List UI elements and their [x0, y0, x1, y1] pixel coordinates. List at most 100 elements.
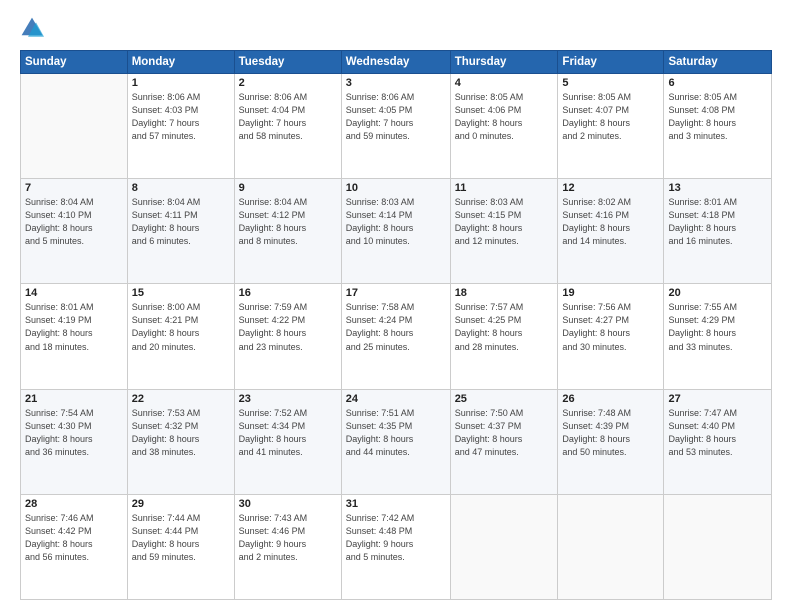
day-cell: 14Sunrise: 8:01 AMSunset: 4:19 PMDayligh…	[21, 284, 128, 389]
day-info: Sunrise: 7:43 AMSunset: 4:46 PMDaylight:…	[239, 512, 337, 564]
day-info: Sunrise: 7:50 AMSunset: 4:37 PMDaylight:…	[455, 407, 554, 459]
week-row-4: 28 Sunrise: 7:46 AMSunset: 4:42 PMDayligh…	[21, 494, 772, 599]
logo	[20, 16, 46, 40]
day-number: 24	[346, 393, 446, 405]
day-info: Sunrise: 8:05 AMSunset: 4:06 PMDaylight:…	[455, 91, 554, 143]
day-number: 19	[562, 287, 659, 299]
day-info: Sunrise: 8:03 AMSunset: 4:15 PMDaylight:…	[455, 196, 554, 248]
day-cell: 2 Sunrise: 8:06 AMSunset: 4:04 PMDaylight…	[234, 74, 341, 179]
day-cell: 9 Sunrise: 8:04 AMSunset: 4:12 PMDaylight…	[234, 179, 341, 284]
day-number: 6	[668, 77, 767, 89]
day-cell: 13 Sunrise: 8:01 AMSunset: 4:18 PMDayligh…	[664, 179, 772, 284]
day-cell: 27 Sunrise: 7:47 AMSunset: 4:40 PMDayligh…	[664, 389, 772, 494]
day-info: Sunrise: 8:04 AMSunset: 4:10 PMDaylight:…	[25, 196, 123, 248]
day-cell: 11 Sunrise: 8:03 AMSunset: 4:15 PMDayligh…	[450, 179, 558, 284]
day-info: Sunrise: 8:06 AMSunset: 4:04 PMDaylight:…	[239, 91, 337, 143]
day-cell	[664, 494, 772, 599]
day-info: Sunrise: 7:54 AMSunset: 4:30 PMDaylight:…	[25, 407, 123, 459]
day-number: 10	[346, 182, 446, 194]
header-cell-saturday: Saturday	[664, 51, 772, 74]
day-cell: 19 Sunrise: 7:56 AMSunset: 4:27 PMDayligh…	[558, 284, 664, 389]
day-cell	[558, 494, 664, 599]
logo-icon	[20, 16, 44, 40]
day-cell: 7 Sunrise: 8:04 AMSunset: 4:10 PMDaylight…	[21, 179, 128, 284]
day-cell: 25 Sunrise: 7:50 AMSunset: 4:37 PMDayligh…	[450, 389, 558, 494]
calendar-header: SundayMondayTuesdayWednesdayThursdayFrid…	[21, 51, 772, 74]
day-cell: 23 Sunrise: 7:52 AMSunset: 4:34 PMDayligh…	[234, 389, 341, 494]
day-info: Sunrise: 8:04 AMSunset: 4:12 PMDaylight:…	[239, 196, 337, 248]
day-number: 30	[239, 498, 337, 510]
day-info: Sunrise: 8:06 AMSunset: 4:05 PMDaylight:…	[346, 91, 446, 143]
day-info: Sunrise: 7:48 AMSunset: 4:39 PMDaylight:…	[562, 407, 659, 459]
day-number: 9	[239, 182, 337, 194]
day-cell: 21 Sunrise: 7:54 AMSunset: 4:30 PMDayligh…	[21, 389, 128, 494]
day-info: Sunrise: 8:05 AMSunset: 4:08 PMDaylight:…	[668, 91, 767, 143]
day-number: 8	[132, 182, 230, 194]
day-number: 18	[455, 287, 554, 299]
day-cell: 26Sunrise: 7:48 AMSunset: 4:39 PMDayligh…	[558, 389, 664, 494]
week-row-3: 21 Sunrise: 7:54 AMSunset: 4:30 PMDayligh…	[21, 389, 772, 494]
day-number: 5	[562, 77, 659, 89]
day-info: Sunrise: 8:01 AMSunset: 4:18 PMDaylight:…	[668, 196, 767, 248]
week-row-2: 14Sunrise: 8:01 AMSunset: 4:19 PMDayligh…	[21, 284, 772, 389]
day-info: Sunrise: 7:58 AMSunset: 4:24 PMDaylight:…	[346, 301, 446, 353]
day-number: 21	[25, 393, 123, 405]
day-number: 2	[239, 77, 337, 89]
day-info: Sunrise: 7:56 AMSunset: 4:27 PMDaylight:…	[562, 301, 659, 353]
header-cell-sunday: Sunday	[21, 51, 128, 74]
day-cell: 18Sunrise: 7:57 AMSunset: 4:25 PMDayligh…	[450, 284, 558, 389]
day-info: Sunrise: 7:46 AMSunset: 4:42 PMDaylight:…	[25, 512, 123, 564]
day-cell: 6 Sunrise: 8:05 AMSunset: 4:08 PMDaylight…	[664, 74, 772, 179]
day-number: 11	[455, 182, 554, 194]
calendar-table: SundayMondayTuesdayWednesdayThursdayFrid…	[20, 50, 772, 600]
day-cell: 1 Sunrise: 8:06 AMSunset: 4:03 PMDaylight…	[127, 74, 234, 179]
header-cell-thursday: Thursday	[450, 51, 558, 74]
day-number: 1	[132, 77, 230, 89]
day-number: 27	[668, 393, 767, 405]
day-info: Sunrise: 7:53 AMSunset: 4:32 PMDaylight:…	[132, 407, 230, 459]
day-number: 15	[132, 287, 230, 299]
day-info: Sunrise: 8:04 AMSunset: 4:11 PMDaylight:…	[132, 196, 230, 248]
header	[20, 16, 772, 40]
day-info: Sunrise: 7:44 AMSunset: 4:44 PMDaylight:…	[132, 512, 230, 564]
day-number: 29	[132, 498, 230, 510]
day-cell: 15Sunrise: 8:00 AMSunset: 4:21 PMDayligh…	[127, 284, 234, 389]
day-info: Sunrise: 7:52 AMSunset: 4:34 PMDaylight:…	[239, 407, 337, 459]
day-cell	[450, 494, 558, 599]
day-cell: 29 Sunrise: 7:44 AMSunset: 4:44 PMDayligh…	[127, 494, 234, 599]
day-number: 20	[668, 287, 767, 299]
day-cell: 22 Sunrise: 7:53 AMSunset: 4:32 PMDayligh…	[127, 389, 234, 494]
day-number: 4	[455, 77, 554, 89]
day-number: 14	[25, 287, 123, 299]
day-cell	[21, 74, 128, 179]
day-number: 7	[25, 182, 123, 194]
day-number: 17	[346, 287, 446, 299]
header-cell-wednesday: Wednesday	[341, 51, 450, 74]
day-cell: 28 Sunrise: 7:46 AMSunset: 4:42 PMDayligh…	[21, 494, 128, 599]
day-number: 25	[455, 393, 554, 405]
day-cell: 24 Sunrise: 7:51 AMSunset: 4:35 PMDayligh…	[341, 389, 450, 494]
day-cell: 8 Sunrise: 8:04 AMSunset: 4:11 PMDaylight…	[127, 179, 234, 284]
day-info: Sunrise: 7:47 AMSunset: 4:40 PMDaylight:…	[668, 407, 767, 459]
day-number: 28	[25, 498, 123, 510]
header-cell-friday: Friday	[558, 51, 664, 74]
day-cell: 10Sunrise: 8:03 AMSunset: 4:14 PMDayligh…	[341, 179, 450, 284]
day-cell: 3 Sunrise: 8:06 AMSunset: 4:05 PMDaylight…	[341, 74, 450, 179]
day-number: 23	[239, 393, 337, 405]
day-number: 13	[668, 182, 767, 194]
day-cell: 31 Sunrise: 7:42 AMSunset: 4:48 PMDayligh…	[341, 494, 450, 599]
day-info: Sunrise: 7:42 AMSunset: 4:48 PMDaylight:…	[346, 512, 446, 564]
day-number: 22	[132, 393, 230, 405]
day-cell: 20Sunrise: 7:55 AMSunset: 4:29 PMDayligh…	[664, 284, 772, 389]
week-row-0: 1 Sunrise: 8:06 AMSunset: 4:03 PMDaylight…	[21, 74, 772, 179]
day-info: Sunrise: 8:02 AMSunset: 4:16 PMDaylight:…	[562, 196, 659, 248]
day-number: 3	[346, 77, 446, 89]
day-cell: 4 Sunrise: 8:05 AMSunset: 4:06 PMDaylight…	[450, 74, 558, 179]
day-cell: 16Sunrise: 7:59 AMSunset: 4:22 PMDayligh…	[234, 284, 341, 389]
day-info: Sunrise: 8:06 AMSunset: 4:03 PMDaylight:…	[132, 91, 230, 143]
day-number: 31	[346, 498, 446, 510]
day-info: Sunrise: 7:51 AMSunset: 4:35 PMDaylight:…	[346, 407, 446, 459]
day-cell: 12Sunrise: 8:02 AMSunset: 4:16 PMDayligh…	[558, 179, 664, 284]
calendar-body: 1 Sunrise: 8:06 AMSunset: 4:03 PMDaylight…	[21, 74, 772, 600]
header-cell-tuesday: Tuesday	[234, 51, 341, 74]
